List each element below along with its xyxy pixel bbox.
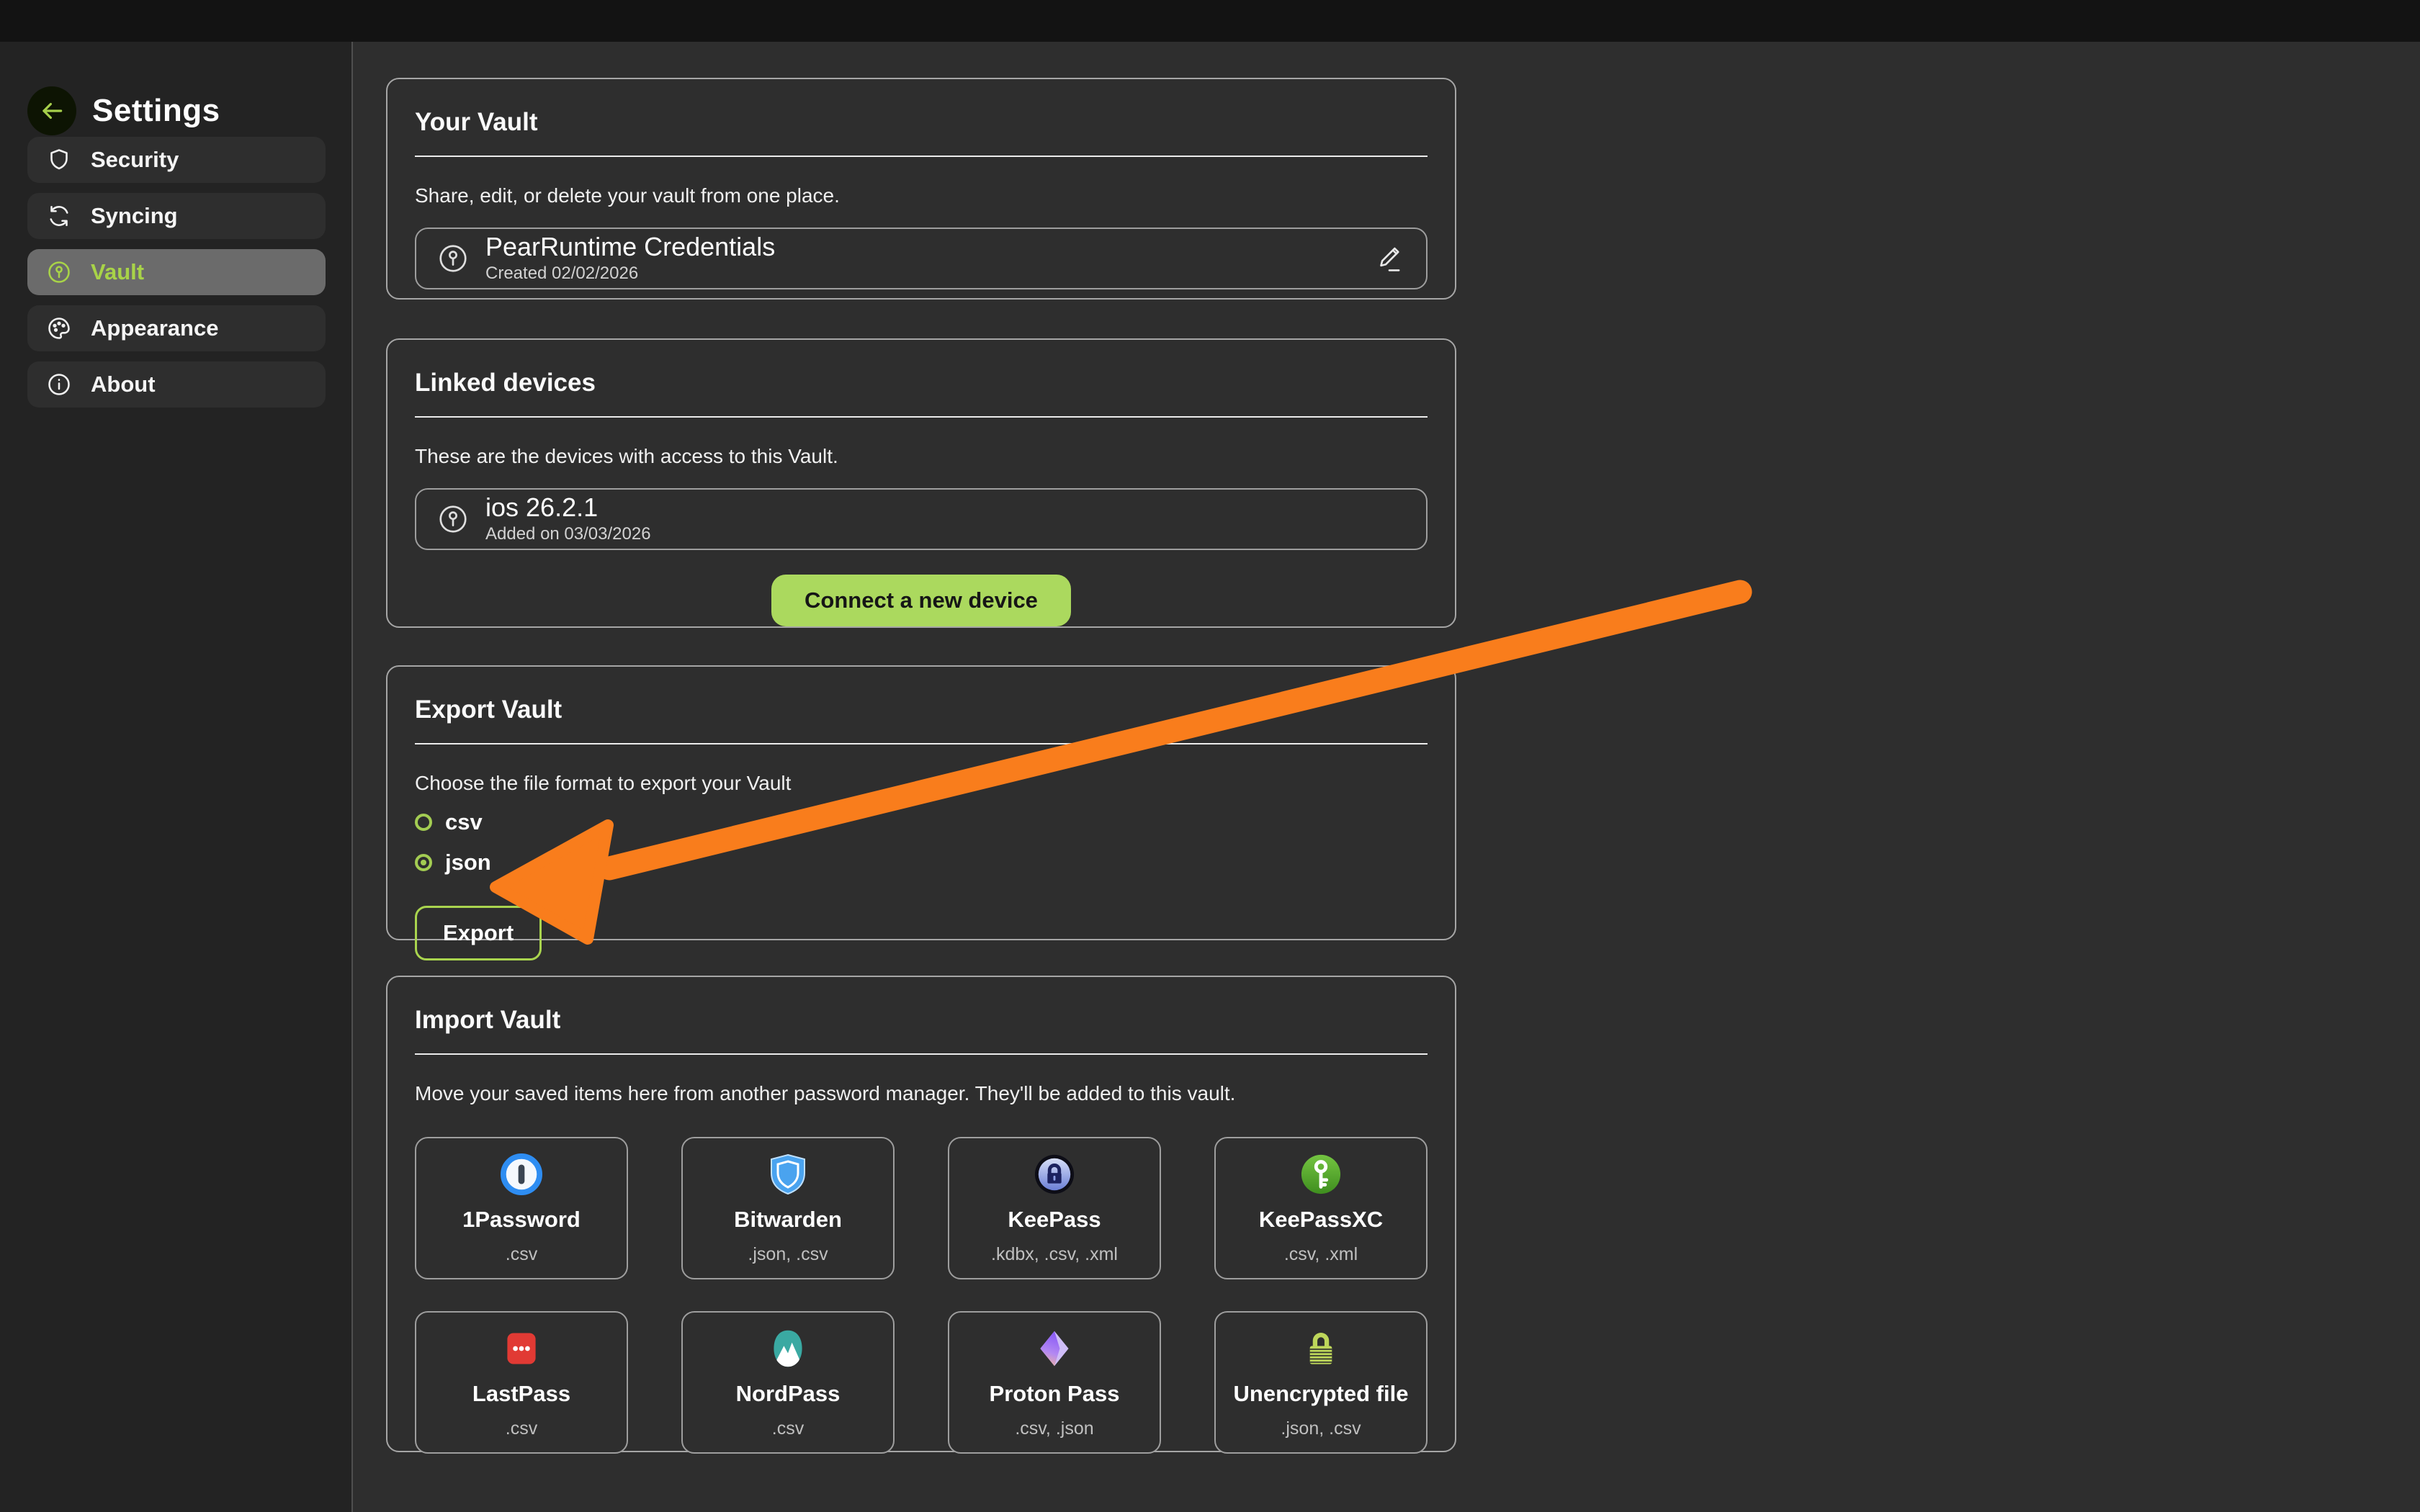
- sidebar-item-label: About: [91, 372, 156, 397]
- info-icon: [46, 372, 72, 397]
- tile-formats: .csv: [772, 1418, 804, 1439]
- card-description: Move your saved items here from another …: [415, 1082, 1428, 1105]
- tile-name: Unencrypted file: [1234, 1381, 1409, 1407]
- palette-icon: [46, 315, 72, 341]
- import-tile-1password[interactable]: 1Password .csv: [415, 1137, 628, 1279]
- sidebar-item-label: Vault: [91, 259, 144, 285]
- shield-icon: [46, 147, 72, 173]
- import-tile-unencrypted[interactable]: Unencrypted file .json, .csv: [1214, 1311, 1428, 1454]
- tile-formats: .csv: [506, 1244, 537, 1265]
- sidebar-item-security[interactable]: Security: [27, 137, 326, 183]
- card-description: Choose the file format to export your Va…: [415, 772, 1428, 795]
- divider: [415, 1053, 1428, 1055]
- import-tile-bitwarden[interactable]: Bitwarden .json, .csv: [681, 1137, 895, 1279]
- bitwarden-icon: [768, 1152, 807, 1197]
- card-title: Export Vault: [415, 696, 1428, 724]
- tile-name: Proton Pass: [990, 1381, 1120, 1407]
- import-tile-nordpass[interactable]: NordPass .csv: [681, 1311, 895, 1454]
- radio-label: csv: [445, 809, 483, 835]
- linked-devices-card: Linked devices These are the devices wit…: [386, 338, 1456, 628]
- tile-name: LastPass: [472, 1381, 570, 1407]
- back-button[interactable]: [27, 86, 76, 135]
- settings-page: Settings Security Syncing: [0, 0, 2420, 1512]
- card-description: These are the devices with access to thi…: [415, 445, 1428, 468]
- tile-formats: .kdbx, .csv, .xml: [991, 1244, 1118, 1265]
- radio-label: json: [445, 850, 491, 876]
- vault-created-date: Created 02/02/2026: [485, 264, 775, 284]
- device-info: ios 26.2.1 Added on 03/03/2026: [485, 494, 651, 544]
- format-option-csv: csv: [415, 809, 1428, 835]
- pencil-icon: [1373, 242, 1406, 275]
- tile-formats: .csv, .xml: [1284, 1244, 1358, 1265]
- your-vault-card: Your Vault Share, edit, or delete your v…: [386, 78, 1456, 300]
- sidebar-item-label: Security: [91, 147, 179, 173]
- sidebar-item-syncing[interactable]: Syncing: [27, 193, 326, 239]
- nordpass-icon: [768, 1326, 808, 1371]
- card-description: Share, edit, or delete your vault from o…: [415, 184, 1428, 207]
- sidebar-item-about[interactable]: About: [27, 361, 326, 408]
- protonpass-icon: [1034, 1326, 1075, 1371]
- radio-csv[interactable]: [415, 814, 432, 831]
- sidebar-nav: Security Syncing Vault: [27, 137, 326, 408]
- sidebar-item-label: Syncing: [91, 203, 178, 229]
- tile-formats: .csv, .json: [1015, 1418, 1093, 1439]
- sidebar: Settings Security Syncing: [0, 42, 353, 1512]
- tile-name: KeePassXC: [1259, 1207, 1383, 1233]
- unencrypted-file-icon: [1301, 1326, 1340, 1371]
- import-tile-keepassxc[interactable]: KeePassXC .csv, .xml: [1214, 1137, 1428, 1279]
- tile-name: NordPass: [736, 1381, 841, 1407]
- radio-json[interactable]: [415, 854, 432, 871]
- import-vault-card: Import Vault Move your saved items here …: [386, 976, 1456, 1452]
- sidebar-item-label: Appearance: [91, 315, 218, 341]
- vault-row[interactable]: PearRuntime Credentials Created 02/02/20…: [415, 228, 1428, 289]
- sync-icon: [46, 203, 72, 229]
- sidebar-item-appearance[interactable]: Appearance: [27, 305, 326, 351]
- vault-key-icon: [46, 259, 72, 285]
- key-icon: [436, 503, 470, 536]
- page-title: Settings: [92, 93, 220, 129]
- sidebar-item-vault[interactable]: Vault: [27, 249, 326, 295]
- divider: [415, 743, 1428, 744]
- vault-info: PearRuntime Credentials Created 02/02/20…: [485, 233, 775, 284]
- import-tiles-grid: 1Password .csv Bitwarden .json, .csv: [415, 1137, 1428, 1454]
- tile-formats: .csv: [506, 1418, 537, 1439]
- edit-vault-button[interactable]: [1373, 242, 1406, 275]
- lastpass-icon: [501, 1326, 542, 1371]
- export-vault-card: Export Vault Choose the file format to e…: [386, 665, 1456, 940]
- device-row[interactable]: ios 26.2.1 Added on 03/03/2026: [415, 488, 1428, 550]
- import-tile-keepass[interactable]: KeePass .kdbx, .csv, .xml: [948, 1137, 1161, 1279]
- onepassword-icon: [501, 1152, 542, 1197]
- tile-name: 1Password: [462, 1207, 581, 1233]
- connect-new-device-button[interactable]: Connect a new device: [771, 575, 1071, 626]
- keepass-icon: [1034, 1152, 1075, 1197]
- card-title: Import Vault: [415, 1006, 1428, 1035]
- export-button[interactable]: Export: [415, 906, 542, 960]
- tile-formats: .json, .csv: [748, 1244, 828, 1265]
- card-title: Linked devices: [415, 369, 1428, 397]
- sidebar-header: Settings: [27, 86, 220, 135]
- card-title: Your Vault: [415, 108, 1428, 137]
- format-option-json: json: [415, 850, 1428, 876]
- import-tile-protonpass[interactable]: Proton Pass .csv, .json: [948, 1311, 1161, 1454]
- divider: [415, 156, 1428, 157]
- tile-name: KeePass: [1008, 1207, 1101, 1233]
- arrow-left-icon: [38, 97, 66, 125]
- key-icon: [436, 242, 470, 275]
- tile-name: Bitwarden: [734, 1207, 842, 1233]
- divider: [415, 416, 1428, 418]
- keepassxc-icon: [1300, 1152, 1342, 1197]
- device-added-date: Added on 03/03/2026: [485, 524, 651, 544]
- device-name: ios 26.2.1: [485, 494, 651, 521]
- window-titlebar: [0, 0, 2420, 42]
- tile-formats: .json, .csv: [1281, 1418, 1361, 1439]
- vault-name: PearRuntime Credentials: [485, 233, 775, 261]
- import-tile-lastpass[interactable]: LastPass .csv: [415, 1311, 628, 1454]
